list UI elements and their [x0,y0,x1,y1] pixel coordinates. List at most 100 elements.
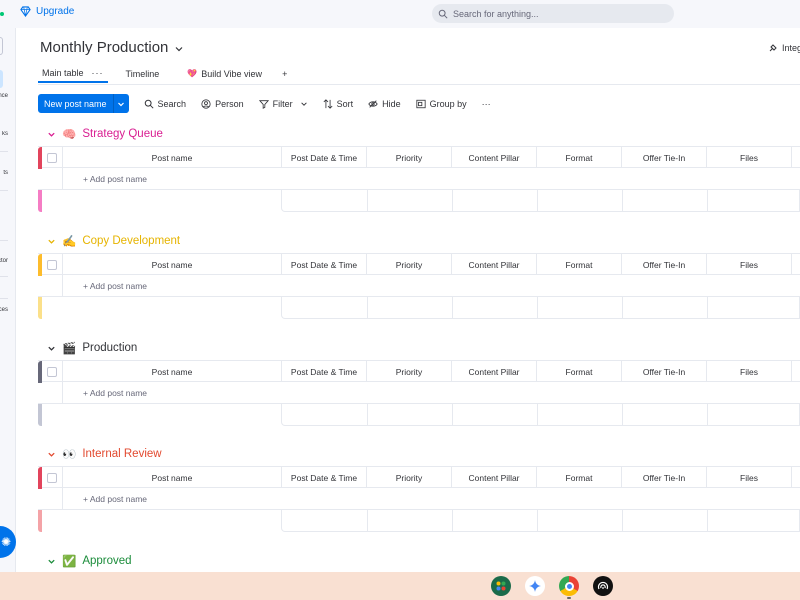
add-item-row[interactable]: + Add post name [38,275,800,319]
chevron-down-icon[interactable] [47,450,56,459]
column-header[interactable]: Offer Tie-In [621,147,706,168]
hide-button[interactable]: Hide [368,99,401,109]
group-by-button[interactable]: Group by [416,99,467,109]
group-header[interactable]: ✍️ Copy Development [47,234,180,248]
column-header[interactable]: Post name [62,147,281,168]
column-header[interactable]: Files [706,361,791,382]
group-title[interactable]: Production [82,342,137,354]
chevron-down-icon[interactable] [47,237,56,246]
podcast-icon[interactable] [593,576,613,596]
column-header[interactable]: Offer Tie-In [621,467,706,488]
summary-cell [452,404,453,425]
column-header[interactable]: Priority [366,254,451,275]
summary-cell [367,510,368,531]
tab-more-icon[interactable]: ··· [92,68,104,78]
group-header[interactable]: 🎬 Production [47,341,137,355]
column-header[interactable]: Priority [366,361,451,382]
global-search-input[interactable]: Search for anything... [432,4,674,23]
add-item-row[interactable]: + Add post name [38,382,800,426]
column-header[interactable]: Offer Tie-In [621,361,706,382]
group-by-label: Group by [429,98,467,109]
add-post-input[interactable]: + Add post name [83,488,147,509]
select-all-checkbox[interactable] [47,473,57,483]
row-divider [62,382,63,403]
sort-button[interactable]: Sort [323,99,353,109]
column-header[interactable]: Post Date & Time [281,467,366,488]
upgrade-button[interactable]: Upgrade [20,6,74,17]
add-item-row[interactable]: + Add post name [38,488,800,532]
new-post-dropdown[interactable] [112,94,129,113]
summary-cell [367,297,368,318]
column-header[interactable]: Format [536,467,621,488]
table-header-row: Post name Post Date & Time Priority Content… [38,466,800,489]
board-title[interactable]: Monthly Production [40,39,184,56]
column-header[interactable]: Format [536,254,621,275]
chrome-icon[interactable] [559,576,579,596]
new-post-button[interactable]: New post name [38,94,129,113]
column-header[interactable]: Content Pillar [451,147,536,168]
tab-main-table[interactable]: Main table ··· [38,64,108,83]
column-header[interactable]: Content Pillar [451,467,536,488]
add-view-button[interactable]: + [278,64,291,83]
summary-cell [537,404,538,425]
sidebar-home-item[interactable] [0,37,3,55]
column-header[interactable]: Offer Tie-In [621,254,706,275]
select-all-checkbox[interactable] [47,260,57,270]
select-all-checkbox[interactable] [47,367,57,377]
column-header[interactable]: Format [536,147,621,168]
person-filter-button[interactable]: Person [201,99,244,109]
select-all-checkbox[interactable] [47,153,57,163]
filter-button[interactable]: Filter [258,99,308,109]
more-options-button[interactable]: ··· [482,99,491,109]
summary-cell [537,190,538,211]
chevron-down-icon[interactable] [300,99,308,109]
group-title[interactable]: Approved [82,555,131,567]
column-header[interactable]: Post name [62,467,281,488]
column-header[interactable]: Files [706,467,791,488]
gemini-icon-glyph [529,580,541,592]
apps-icon[interactable] [491,576,511,596]
chevron-down-icon[interactable] [47,344,56,353]
column-header[interactable]: Post Date & Time [281,254,366,275]
column-header[interactable]: Priority [366,147,451,168]
top-bar: Upgrade Search for anything... [0,0,800,28]
summary-cell [537,297,538,318]
search-icon [438,9,448,19]
summary-cell [367,190,368,211]
group-header[interactable]: ✅ Approved [47,554,132,568]
column-header[interactable]: Content Pillar [451,361,536,382]
column-header[interactable]: Files [706,147,791,168]
column-header[interactable]: Priority [366,467,451,488]
column-header[interactable]: Files [706,254,791,275]
sidebar-workspace-item[interactable] [0,70,3,88]
column-header[interactable]: Post Date & Time [281,147,366,168]
chevron-down-icon[interactable] [47,557,56,566]
tab-build-vibe-view[interactable]: 💖 Build Vibe view [183,64,266,83]
group-header[interactable]: 👀 Internal Review [47,447,162,461]
group-title[interactable]: Copy Development [82,235,180,247]
sidebar-label-4: ctor [0,258,8,264]
apps-icon-glyph [496,581,506,591]
add-post-input[interactable]: + Add post name [83,168,147,189]
search-label: Search [157,98,187,109]
gemini-icon[interactable] [525,576,545,596]
add-post-input[interactable]: + Add post name [83,382,147,403]
group-title[interactable]: Strategy Queue [82,128,163,140]
chevron-down-icon[interactable] [47,130,56,139]
tab-label: Timeline [125,68,160,79]
tab-timeline[interactable]: Timeline [122,64,164,83]
board-toolbar: New post name Search Person Filter Sort … [38,94,491,113]
column-header[interactable]: Content Pillar [451,254,536,275]
column-header[interactable]: Post name [62,254,281,275]
add-item-row[interactable]: + Add post name [38,168,800,212]
group-title[interactable]: Internal Review [82,448,161,460]
integrate-button[interactable]: Integ [768,43,800,53]
group-header[interactable]: 🧠 Strategy Queue [47,127,163,141]
active-app-indicator [567,597,571,599]
column-header[interactable]: Format [536,361,621,382]
column-header[interactable]: Post name [62,361,281,382]
sidebar-label-3: ts [3,170,8,176]
column-header[interactable]: Post Date & Time [281,361,366,382]
search-button[interactable]: Search [144,98,187,109]
add-post-input[interactable]: + Add post name [83,275,147,296]
